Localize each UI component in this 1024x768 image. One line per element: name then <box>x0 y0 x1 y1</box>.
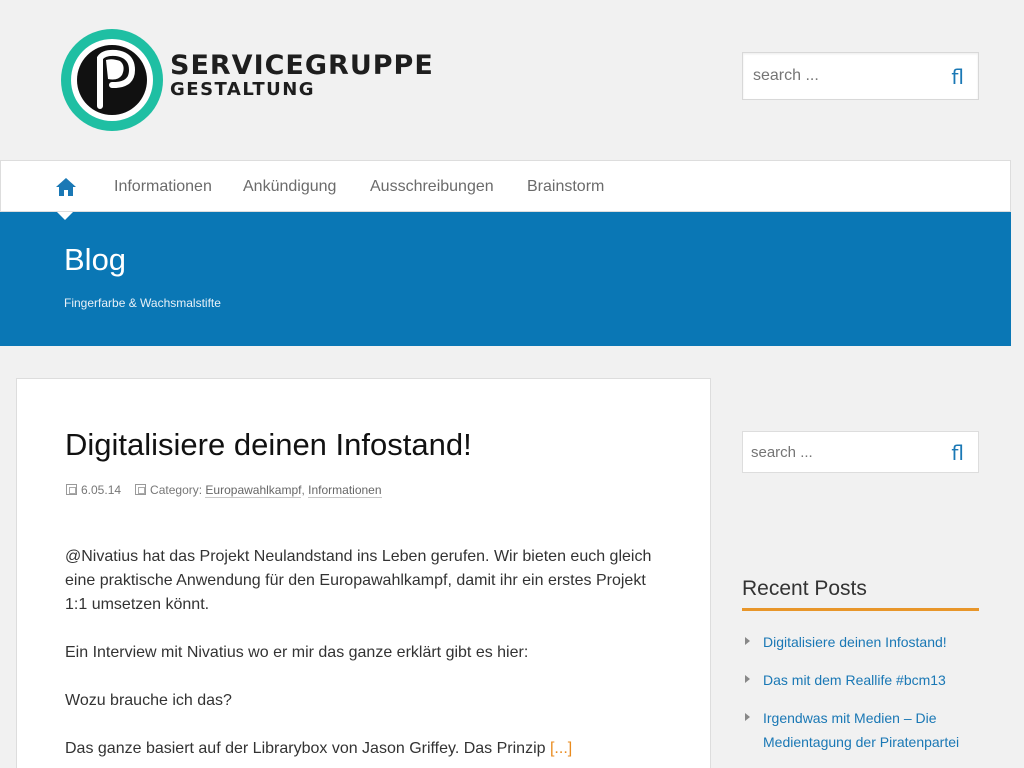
list-item: Irgendwas mit Medien – Die Medientagung … <box>742 706 982 754</box>
header-search-form: fl <box>742 52 979 100</box>
read-more-link[interactable]: [...] <box>550 740 572 757</box>
post-paragraph-text: Das ganze basiert auf der Librarybox von… <box>65 740 546 757</box>
post-date: 6.05.14 <box>81 483 122 497</box>
nav-item-ausschreibungen[interactable]: Ausschreibungen <box>370 178 494 196</box>
page-title: Blog <box>64 242 127 277</box>
post-paragraph-last: Das ganze basiert auf der Librarybox von… <box>65 737 665 761</box>
recent-posts-title: Recent Posts <box>742 577 867 600</box>
recent-posts-list: Digitalisiere deinen Infostand! Das mit … <box>742 630 982 768</box>
sidebar-search-form: fl <box>742 431 979 473</box>
post-paragraph: @Nivatius hat das Projekt Neulandstand i… <box>65 548 652 613</box>
nav-item-ankuendigung[interactable]: Ankündigung <box>243 178 336 196</box>
recent-post-link[interactable]: Irgendwas mit Medien – Die Medientagung … <box>763 710 959 750</box>
folder-icon <box>135 484 147 495</box>
header-search-button[interactable]: fl <box>951 65 964 89</box>
post-content: @Nivatius hat das Projekt Neulandstand i… <box>65 545 665 768</box>
main-navigation: Informationen Ankündigung Ausschreibunge… <box>0 160 1011 212</box>
post-paragraph: Ein Interview mit Nivatius wo er mir das… <box>65 644 529 661</box>
nav-active-caret <box>57 212 73 220</box>
list-item: Das mit dem Reallife #bcm13 <box>742 668 982 692</box>
sidebar-search-input[interactable] <box>751 444 936 461</box>
recent-posts-divider <box>742 608 979 611</box>
post-category-label: Category: <box>150 483 203 497</box>
post-paragraph: Wozu brauche ich das? <box>65 692 232 709</box>
logo-line-2: GESTALTUNG <box>170 79 316 100</box>
logo-line-1: SERVICEGRUPPE <box>170 50 434 81</box>
site-logo-text[interactable]: SERVICEGRUPPE GESTALTUNG <box>170 52 434 100</box>
post-title[interactable]: Digitalisiere deinen Infostand! <box>65 427 472 463</box>
site-header: SERVICEGRUPPE GESTALTUNG fl <box>0 0 1024 160</box>
header-search-input[interactable] <box>753 67 938 85</box>
blog-post: Digitalisiere deinen Infostand! 6.05.14 C… <box>16 378 711 768</box>
calendar-icon <box>66 484 77 495</box>
post-meta: 6.05.14 Category: Europawahlkampf, Inform… <box>66 483 382 498</box>
category-link-europawahlkampf[interactable]: Europawahlkampf <box>205 483 302 498</box>
category-link-informationen[interactable]: Informationen <box>308 483 382 498</box>
nav-item-brainstorm[interactable]: Brainstorm <box>527 178 604 196</box>
nav-item-informationen[interactable]: Informationen <box>114 178 212 196</box>
page-banner: Blog Fingerfarbe & Wachsmalstifte <box>0 212 1011 346</box>
recent-post-link[interactable]: Digitalisiere deinen Infostand! <box>763 634 947 650</box>
pirate-flag-logo-icon[interactable] <box>60 28 164 132</box>
recent-post-link[interactable]: Das mit dem Reallife #bcm13 <box>763 672 946 688</box>
list-item: Digitalisiere deinen Infostand! <box>742 630 982 654</box>
sidebar-search-button[interactable]: fl <box>951 441 964 465</box>
home-icon[interactable] <box>55 177 77 197</box>
page-subtitle: Fingerfarbe & Wachsmalstifte <box>64 296 221 310</box>
